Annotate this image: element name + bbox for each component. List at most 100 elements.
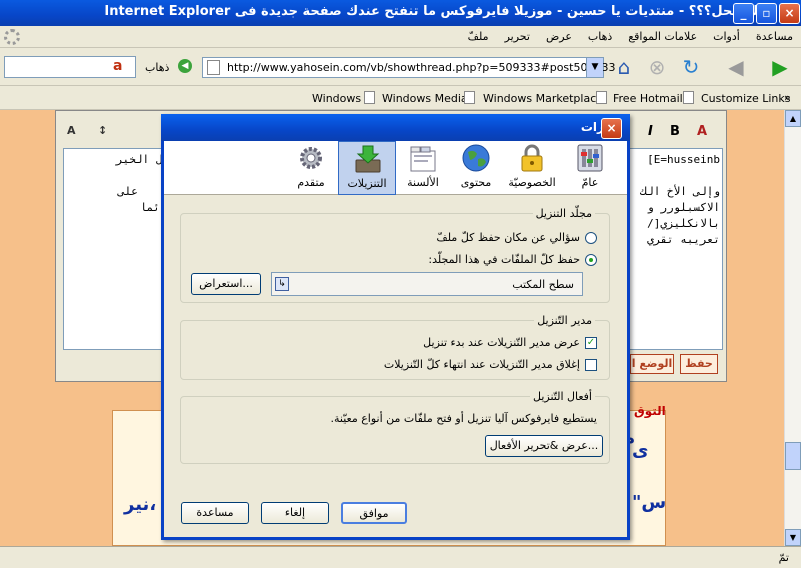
category-downloads-label: التنزيلات <box>347 177 387 190</box>
category-content-label: محتوى <box>460 176 492 189</box>
close-manager-label[interactable]: إغلاق مدير التّنزيلات عند انتهاء كلّ الت… <box>384 358 580 371</box>
options-dialog: خيارات × عامّ الخصوصيّة <box>161 114 630 540</box>
ask-location-label[interactable]: سؤالي عن مكان حفظ كلّ ملفّ <box>436 231 580 244</box>
scroll-down-icon[interactable]: ▼ <box>785 529 801 546</box>
bookmark-free-hotmail[interactable]: Free Hotmail <box>613 92 683 105</box>
bookmark-windows-media[interactable]: Windows Media <box>382 92 468 105</box>
home-icon[interactable]: ⌂ <box>610 53 638 81</box>
category-downloads[interactable]: التنزيلات <box>338 141 396 195</box>
close-manager-option[interactable]: إغلاق مدير التّنزيلات عند انتهاء كلّ الت… <box>384 358 597 371</box>
status-bar: تمّ <box>0 546 801 568</box>
font-color-icon[interactable]: A <box>697 124 707 139</box>
download-folder-title: مجلّد التنزيل <box>532 207 595 220</box>
download-folder-field: ↳ سطح المكتب <box>271 272 583 296</box>
font-size-icon[interactable]: A <box>67 124 76 137</box>
show-manager-option[interactable]: ✓ عرض مدير التّنزيلات عند بدء تنزيل <box>423 336 597 349</box>
show-manager-checkbox[interactable]: ✓ <box>585 336 597 349</box>
search-engine-icon[interactable]: a <box>113 58 133 76</box>
save-to-folder-label[interactable]: حفظ كلّ الملفّات في هذا المجلّد: <box>428 253 580 266</box>
italic-button[interactable]: I <box>648 124 653 139</box>
bookmark-page-icon <box>596 91 607 104</box>
download-actions-description: يستطيع فايرفوكس آليا تنزيل أو فتح ملفّات… <box>331 412 598 425</box>
throbber-icon <box>4 29 20 45</box>
bookmarks-chevron-icon[interactable]: » <box>784 91 791 104</box>
menu-edit[interactable]: تحرير <box>505 30 530 43</box>
menu-bar: ملفّ تحرير عرض ذهاب علامات المواقع أدوات… <box>0 26 801 48</box>
url-dropdown-icon[interactable]: ▼ <box>586 58 603 77</box>
category-main[interactable]: عامّ <box>561 141 619 195</box>
menu-view[interactable]: عرض <box>546 30 572 43</box>
bookmark-page-icon <box>364 91 375 104</box>
help-button[interactable]: مساعدة <box>181 502 249 524</box>
dialog-titlebar[interactable]: خيارات × <box>161 114 630 141</box>
bookmark-customize-links[interactable]: Customize Links <box>701 92 791 105</box>
category-advanced-label: متقدم <box>297 176 325 189</box>
ask-location-option[interactable]: سؤالي عن مكان حفظ كلّ ملفّ <box>436 231 597 244</box>
folder-icon: ↳ <box>275 277 289 291</box>
resize-icon[interactable]: ↕ <box>98 124 107 137</box>
bold-button[interactable]: B <box>670 124 680 139</box>
stop-icon[interactable]: ⊗ <box>643 53 671 81</box>
menu-help[interactable]: مساعدة <box>756 30 793 43</box>
category-privacy[interactable]: الخصوصيّة <box>503 141 561 195</box>
minimize-button[interactable]: _ <box>733 3 754 24</box>
post-red-text: التوق <box>634 404 666 418</box>
category-content[interactable]: محتوى <box>447 141 505 195</box>
window-titlebar[interactable]: اليك الحل؟؟؟ - منتديات يا حسين - موزيلا … <box>0 0 801 26</box>
ask-location-radio[interactable] <box>585 231 597 244</box>
back-icon[interactable]: ▶ <box>766 53 794 81</box>
editor-line: على <box>118 185 138 198</box>
editor-line: وإلى الأخ الك <box>640 185 720 198</box>
category-tabs-label: الألسنة <box>407 176 439 189</box>
bookmark-page-icon <box>464 91 475 104</box>
go-label[interactable]: ذهاب <box>145 61 169 74</box>
menu-file[interactable]: ملفّ <box>468 30 489 43</box>
show-manager-label[interactable]: عرض مدير التّنزيلات عند بدء تنزيل <box>423 336 580 349</box>
editor-line: ئما <box>140 201 160 214</box>
url-bar[interactable]: http://www.yahosein.com/vb/showthread.ph… <box>202 57 615 78</box>
save-post-button[interactable]: حفظ <box>680 354 718 374</box>
reload-icon[interactable]: ↻ <box>677 53 705 81</box>
post-blue-text: "س <box>632 492 667 513</box>
ok-button[interactable]: موافق <box>341 502 407 524</box>
browse-button[interactable]: استعراض... <box>191 273 261 295</box>
category-tabs[interactable]: الألسنة <box>394 141 452 195</box>
download-actions-text: يستطيع فايرفوكس آليا تنزيل أو فتح ملفّات… <box>330 412 598 425</box>
globe-icon <box>462 144 490 172</box>
close-manager-checkbox[interactable] <box>585 358 597 371</box>
menu-tools[interactable]: أدوات <box>713 30 740 43</box>
download-actions-group: أفعال التّنزيل يستطيع فايرفوكس آليا تنزي… <box>180 390 610 464</box>
category-advanced[interactable]: متقدم <box>282 141 340 195</box>
editor-line: E=husseinb] <box>647 153 720 166</box>
category-privacy-label: الخصوصيّة <box>508 176 556 189</box>
dialog-close-button[interactable]: × <box>601 118 622 139</box>
page-icon <box>207 60 220 75</box>
cancel-button[interactable]: إلغاء <box>261 502 329 524</box>
maximize-button[interactable]: ▫ <box>756 3 777 24</box>
category-bar: عامّ الخصوصيّة محتوى الألسنة التنزيلات م… <box>164 141 627 195</box>
page-scrollbar[interactable]: ▲ ▼ <box>784 110 801 546</box>
scroll-up-icon[interactable]: ▲ <box>785 110 801 127</box>
menu-go[interactable]: ذهاب <box>588 30 612 43</box>
save-to-folder-option[interactable]: حفظ كلّ الملفّات في هذا المجلّد: <box>428 253 597 266</box>
download-actions-title: أفعال التّنزيل <box>530 390 595 403</box>
search-input[interactable]: a <box>4 56 136 78</box>
download-icon <box>355 145 381 173</box>
forward-icon[interactable]: ◀ <box>722 53 750 81</box>
post-blue-text: نير، <box>124 494 157 515</box>
edit-actions-button[interactable]: عرض &تحرير الأفعال... <box>485 435 603 457</box>
editor-line: ل الخير <box>116 153 163 166</box>
download-folder-value: سطح المكتب <box>512 278 574 291</box>
download-folder-group: مجلّد التنزيل سؤالي عن مكان حفظ كلّ ملفّ… <box>180 207 610 303</box>
mode-button[interactable]: الوضع ا <box>630 354 674 374</box>
save-to-folder-radio[interactable] <box>585 253 597 266</box>
close-window-button[interactable]: × <box>779 3 800 24</box>
bookmark-windows[interactable]: Windows <box>312 92 361 105</box>
scroll-thumb[interactable] <box>785 442 801 470</box>
go-arrow-icon[interactable]: ◀ <box>178 59 192 73</box>
url-text[interactable]: http://www.yahosein.com/vb/showthread.ph… <box>227 61 615 74</box>
navigation-toolbar: a ذهاب ◀ http://www.yahosein.com/vb/show… <box>0 48 801 86</box>
menu-bookmarks[interactable]: علامات المواقع <box>628 30 697 43</box>
bookmarks-toolbar: Windows Windows Media Windows Marketplac… <box>0 86 801 110</box>
bookmark-windows-marketplace[interactable]: Windows Marketplace <box>483 92 603 105</box>
